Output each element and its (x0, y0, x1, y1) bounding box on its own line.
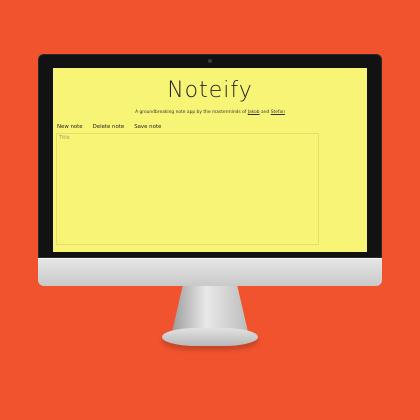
app-title: Noteify (167, 78, 253, 103)
camera-icon (208, 59, 212, 63)
note-editor[interactable] (56, 133, 319, 245)
monitor-chin (38, 258, 382, 286)
app-subtitle: A groundbreaking note app by the masterm… (53, 110, 367, 115)
author-link-jakob[interactable]: Jakob (248, 110, 260, 115)
subtitle-joiner: and (261, 110, 270, 115)
monitor-stand (172, 286, 248, 332)
monitor-base (162, 328, 258, 346)
subtitle-text: A groundbreaking note app by the masterm… (135, 110, 247, 115)
monitor: Noteify A groundbreaking note app by the… (38, 54, 382, 286)
note-title-input[interactable] (59, 135, 179, 141)
scene: Noteify A groundbreaking note app by the… (0, 0, 420, 420)
author-link-stefan[interactable]: Stefan (271, 110, 285, 115)
monitor-bezel: Noteify A groundbreaking note app by the… (38, 54, 382, 258)
screen: Noteify A groundbreaking note app by the… (53, 68, 367, 252)
